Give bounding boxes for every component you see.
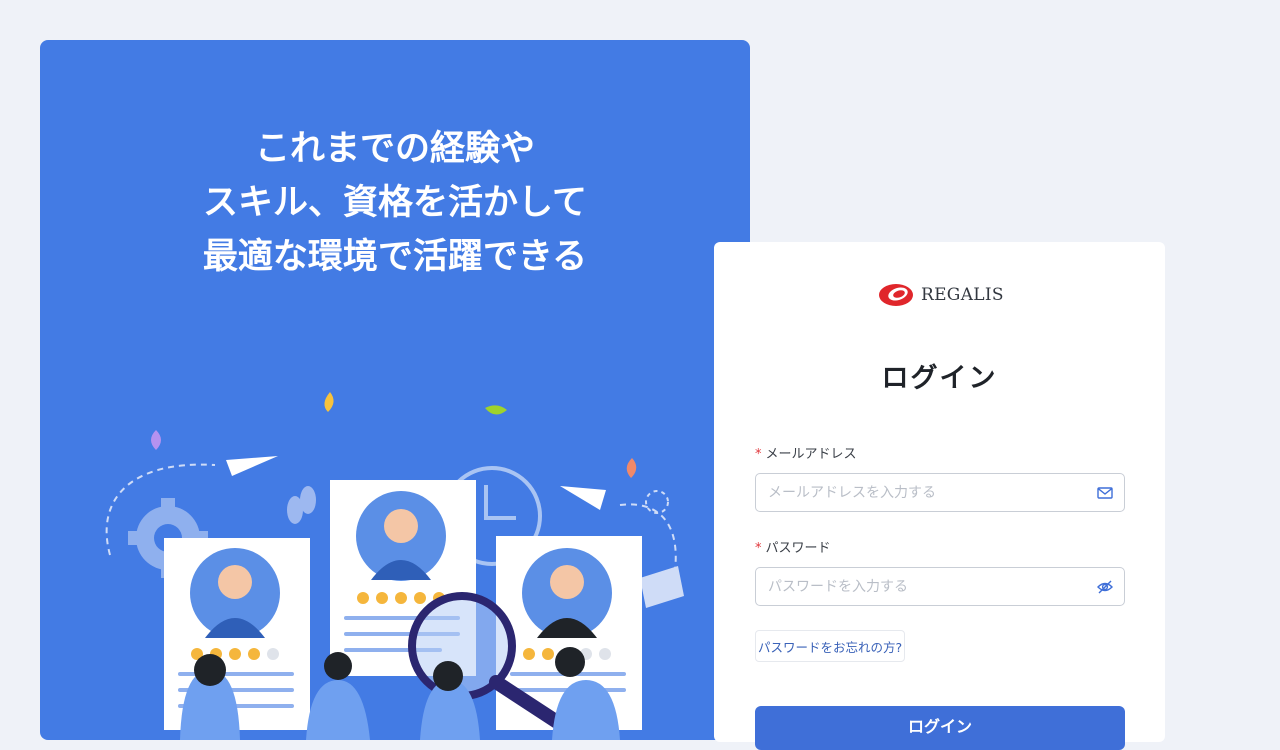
login-card: REGALIS ログイン *メールアドレス *パスワード パスワードをお忘れの方…	[714, 242, 1165, 750]
email-field[interactable]	[755, 473, 1125, 512]
login-title: ログイン	[881, 363, 998, 394]
regalis-logo-text: REGALIS	[921, 285, 1004, 305]
email-label: * メールアドレス	[755, 443, 857, 462]
hero-headline-line-3: 最適な環境で活躍できる	[202, 237, 588, 277]
password-required-mark: *	[755, 541, 762, 556]
password-label: * パスワード	[755, 537, 831, 556]
hero-panel: これまでの経験や スキル、資格を活かして 最適な環境で活躍できる	[40, 40, 750, 740]
hero-headline: これまでの経験や スキル、資格を活かして 最適な環境で活躍できる	[40, 122, 750, 284]
mail-icon	[1097, 487, 1113, 499]
email-required-mark: *	[755, 447, 762, 462]
password-input[interactable]	[768, 568, 1088, 605]
password-field[interactable]	[755, 567, 1125, 606]
regalis-logo: REGALIS	[877, 280, 1004, 310]
password-label-text: パスワード	[765, 541, 831, 556]
email-label-text: メールアドレス	[765, 447, 857, 462]
hero-illustration	[105, 392, 684, 740]
login-button[interactable]: ログイン	[755, 706, 1125, 750]
eye-slash-icon[interactable]	[1096, 578, 1114, 596]
regalis-logo-mark	[879, 284, 913, 306]
email-input[interactable]	[768, 474, 1088, 511]
hero-headline-line-2: スキル、資格を活かして	[203, 183, 587, 223]
forgot-password-link[interactable]: パスワードをお忘れの方?	[755, 630, 906, 662]
hero-headline-line-1: これまでの経験や	[254, 129, 535, 169]
